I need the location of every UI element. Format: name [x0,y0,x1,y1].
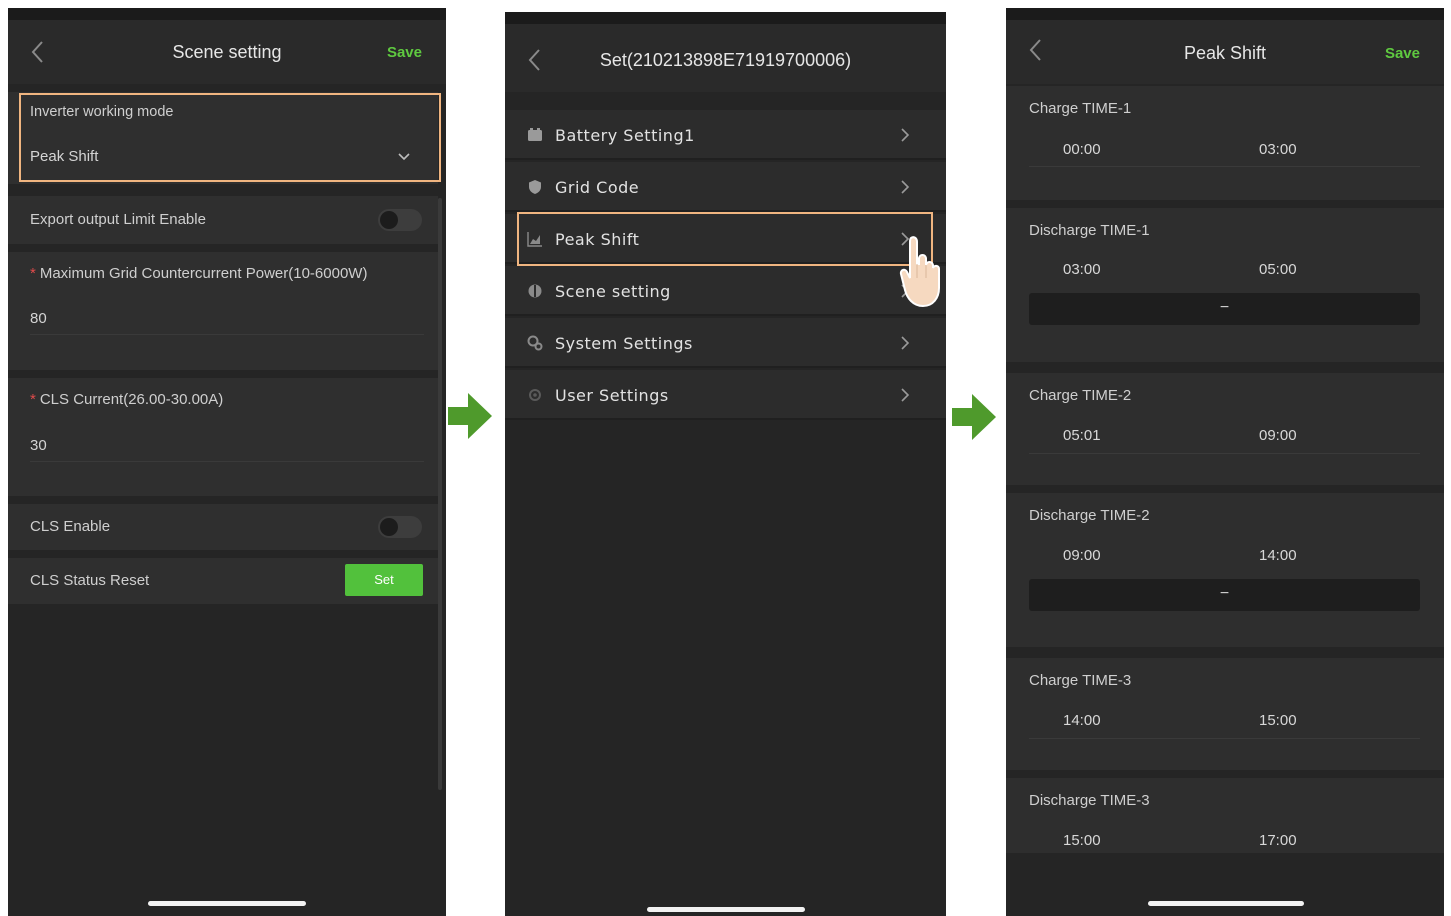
user-gear-icon [529,389,541,401]
pointing-hand-icon [899,236,940,308]
discharge-time-3-card: Discharge TIME-3 15:00 17:00 [1006,778,1444,853]
slot-title: Discharge TIME-2 [1029,507,1150,524]
navbar: Scene setting Save [8,20,446,84]
export-limit-label: Export output Limit Enable [30,211,206,228]
highlight-working-mode [19,93,441,182]
cls-enable-toggle[interactable] [378,516,422,538]
save-button[interactable]: Save [1385,45,1420,62]
start-time-field[interactable]: 15:00 [1063,832,1101,849]
cls-current-card: * CLS Current(26.00-30.00A) 30 [8,378,438,496]
peak-shift-screen: Peak Shift Save Charge TIME-1 00:00 03:0… [1006,8,1444,916]
navbar: Set(210213898E71919700006) [505,24,946,92]
divider [1029,166,1420,167]
chevron-right-icon [901,180,910,194]
navbar: Peak Shift Save [1006,20,1444,84]
cls-reset-row: CLS Status Reset Set [8,558,438,604]
menu-item-label: User Settings [555,386,669,405]
status-strip [1006,8,1444,20]
menu-item-system-settings[interactable]: System Settings [505,318,946,368]
cls-enable-label: CLS Enable [30,518,111,535]
menu-item-label: System Settings [555,334,693,353]
chevron-right-icon [901,388,910,402]
home-indicator[interactable] [1148,901,1304,906]
chevron-right-icon [901,128,910,142]
start-time-field[interactable]: 05:01 [1063,427,1101,444]
discharge-time-2-card: Discharge TIME-2 09:00 14:00 − [1006,493,1444,647]
status-strip [505,12,946,24]
export-limit-toggle[interactable] [378,209,422,231]
highlight-peak-shift [517,212,933,266]
remove-slot-button[interactable]: − [1029,579,1420,611]
status-strip [8,8,446,20]
menu-item-label: Scene setting [555,282,671,301]
charge-time-3-card: Charge TIME-3 14:00 15:00 [1006,658,1444,770]
end-time-field[interactable]: 05:00 [1259,261,1297,278]
menu-item-label: Grid Code [555,178,640,197]
home-indicator[interactable] [148,901,306,906]
end-time-field[interactable]: 09:00 [1259,427,1297,444]
menu-item-scene-setting[interactable]: Scene setting [505,266,946,316]
slot-title: Discharge TIME-3 [1029,792,1150,809]
shield-icon [529,180,541,194]
save-button[interactable]: Save [387,44,422,61]
divider [1029,738,1420,739]
charge-time-1-card: Charge TIME-1 00:00 03:00 [1006,86,1444,200]
cls-current-label: * CLS Current(26.00-30.00A) [30,391,224,408]
divider [30,461,424,462]
menu-item-battery-setting[interactable]: Battery Setting1 [505,110,946,160]
discharge-time-1-card: Discharge TIME-1 03:00 05:00 − [1006,208,1444,362]
max-power-input[interactable]: 80 [30,310,47,327]
menu-item-user-settings[interactable]: User Settings [505,370,946,420]
scene-icon [528,284,542,298]
start-time-field[interactable]: 09:00 [1063,547,1101,564]
home-indicator[interactable] [647,907,805,912]
gears-icon [527,335,543,351]
step-arrow-icon [448,393,492,439]
slot-title: Charge TIME-3 [1029,672,1132,689]
scene-setting-screen: Scene setting Save Inverter working mode… [8,8,446,916]
cls-reset-label: CLS Status Reset [30,572,150,589]
start-time-field[interactable]: 14:00 [1063,712,1101,729]
end-time-field[interactable]: 15:00 [1259,712,1297,729]
start-time-field[interactable]: 00:00 [1063,141,1101,158]
cls-enable-row: CLS Enable [8,504,438,550]
step-arrow-icon [952,394,996,440]
slot-title: Charge TIME-2 [1029,387,1132,404]
export-limit-row: Export output Limit Enable [8,196,438,244]
scrollbar[interactable] [438,198,442,790]
divider [30,334,424,335]
menu-item-label: Battery Setting1 [555,126,695,145]
charge-time-2-card: Charge TIME-2 05:01 09:00 [1006,373,1444,485]
page-title: Scene setting [172,42,282,62]
cls-current-input[interactable]: 30 [30,437,47,454]
battery-icon [528,128,542,141]
end-time-field[interactable]: 17:00 [1259,832,1297,849]
start-time-field[interactable]: 03:00 [1063,261,1101,278]
slot-title: Charge TIME-1 [1029,100,1132,117]
chevron-right-icon [901,336,910,350]
set-button[interactable]: Set [345,564,423,596]
end-time-field[interactable]: 14:00 [1259,547,1297,564]
max-power-label: * Maximum Grid Countercurrent Power(10-60… [30,265,368,282]
menu-item-grid-code[interactable]: Grid Code [505,162,946,212]
divider [1029,453,1420,454]
page-title: Peak Shift [1183,43,1267,63]
page-title: Set(210213898E71919700006) [599,50,852,70]
end-time-field[interactable]: 03:00 [1259,141,1297,158]
slot-title: Discharge TIME-1 [1029,222,1150,239]
remove-slot-button[interactable]: − [1029,293,1420,325]
max-power-card: * Maximum Grid Countercurrent Power(10-60… [8,252,438,370]
settings-menu-screen: Set(210213898E71919700006) Battery Setti… [505,12,946,916]
